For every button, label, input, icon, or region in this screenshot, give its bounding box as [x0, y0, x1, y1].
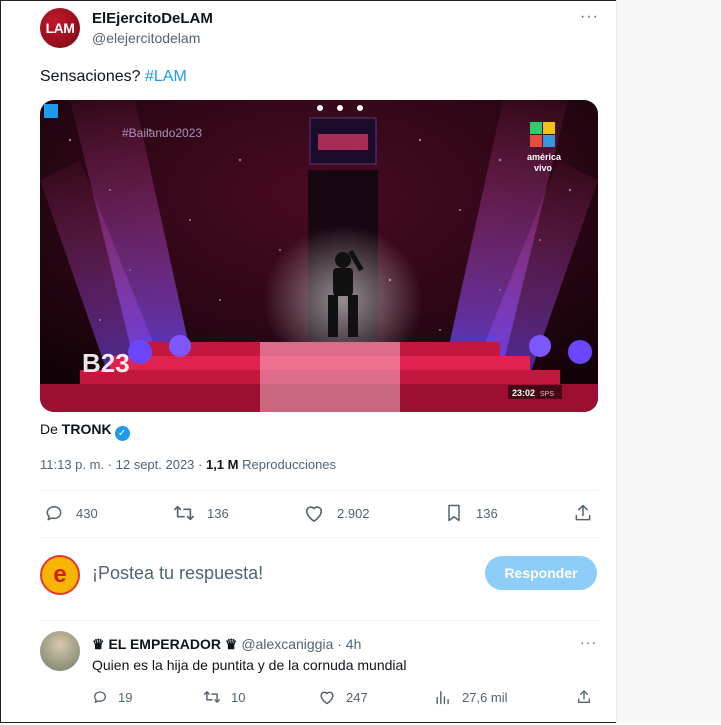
reply-count: 430: [76, 505, 98, 521]
retweet-icon: [204, 691, 220, 703]
show-logo: B23: [82, 348, 130, 378]
bookmark-icon: [448, 504, 460, 522]
divider: [40, 537, 598, 538]
views-label: Reproducciones: [238, 457, 337, 472]
author-display-name[interactable]: ElEjercitoDeLAM: [92, 10, 213, 27]
views-count: 1,1 M: [205, 457, 239, 472]
tweet-video[interactable]: #Bailando2023 américa vivo B23 23:02 SPS: [40, 100, 598, 412]
reply-like-count: 247: [346, 689, 368, 705]
reply-share-button[interactable]: [576, 689, 592, 705]
tweet-metadata: 11:13 p. m. · 12 sept. 2023 · 1,1 M Repr…: [40, 457, 336, 472]
reply-author[interactable]: ♛ EL EMPERADOR ♛ @alexcaniggia · 4h: [92, 636, 361, 653]
divider: [40, 620, 598, 621]
reply-author-handle[interactable]: @alexcaniggia · 4h: [241, 636, 361, 652]
bookmark-button[interactable]: 136: [444, 503, 498, 523]
tweet-text-body: Sensaciones?: [40, 68, 145, 85]
media-source-name[interactable]: TRONK: [62, 421, 112, 437]
retweet-button[interactable]: 136: [173, 503, 229, 523]
tweet-timestamp[interactable]: 11:13 p. m. · 12 sept. 2023 ·: [40, 457, 206, 472]
current-user-avatar[interactable]: e: [40, 555, 80, 595]
retweet-icon: [174, 505, 194, 521]
respond-button[interactable]: Responder: [485, 556, 597, 590]
channel-label-1: américa: [527, 152, 562, 162]
video-clock-suffix: SPS: [540, 391, 554, 398]
author-avatar[interactable]: LAM: [40, 8, 80, 48]
reply-like-button[interactable]: 247: [318, 689, 368, 705]
reply-input[interactable]: ¡Postea tu respuesta!: [92, 563, 263, 584]
tweet-text: Sensaciones? #LAM: [40, 68, 187, 86]
like-icon: [305, 506, 323, 522]
reply-views-button[interactable]: 27,6 mil: [434, 689, 508, 705]
video-hashtag-overlay: #Bailando2023: [122, 126, 202, 140]
reply-reply-button[interactable]: 19: [92, 689, 132, 705]
media-source-prefix: De: [40, 421, 62, 437]
views-icon: [436, 691, 449, 705]
author-handle[interactable]: @elejercitodelam: [92, 30, 200, 46]
stage-scene: #Bailando2023 américa vivo B23 23:02 SPS: [40, 100, 598, 412]
reply-icon: [94, 691, 106, 703]
channel-label-2: vivo: [534, 163, 553, 173]
reply-button[interactable]: 430: [44, 503, 98, 523]
like-icon: [320, 691, 334, 705]
share-icon: [575, 504, 591, 521]
reply-reply-count: 19: [118, 689, 133, 705]
video-clock: 23:02: [512, 388, 535, 398]
like-button[interactable]: 2.902: [303, 503, 370, 523]
hashtag-link[interactable]: #LAM: [145, 68, 187, 85]
more-icon[interactable]: ···: [580, 8, 599, 26]
more-icon[interactable]: ···: [580, 634, 597, 650]
retweet-count: 136: [207, 505, 229, 521]
reply-icon: [46, 506, 62, 521]
reply-views-count: 27,6 mil: [462, 689, 508, 705]
media-source[interactable]: De TRONK ✓: [40, 421, 130, 441]
page-background-strip: [616, 0, 721, 723]
reply-author-avatar[interactable]: [40, 631, 80, 671]
reply-retweet-button[interactable]: 10: [203, 689, 245, 705]
verified-badge-icon: ✓: [114, 426, 130, 441]
share-button[interactable]: [573, 503, 593, 523]
reply-author-name[interactable]: ♛ EL EMPERADOR ♛: [92, 636, 237, 652]
share-icon: [578, 690, 590, 703]
reply-text: Quien es la hija de puntita y de la corn…: [92, 657, 407, 673]
divider: [40, 490, 598, 491]
reply-retweet-count: 10: [231, 689, 246, 705]
like-count: 2.902: [337, 505, 370, 521]
bookmark-count: 136: [476, 505, 498, 521]
